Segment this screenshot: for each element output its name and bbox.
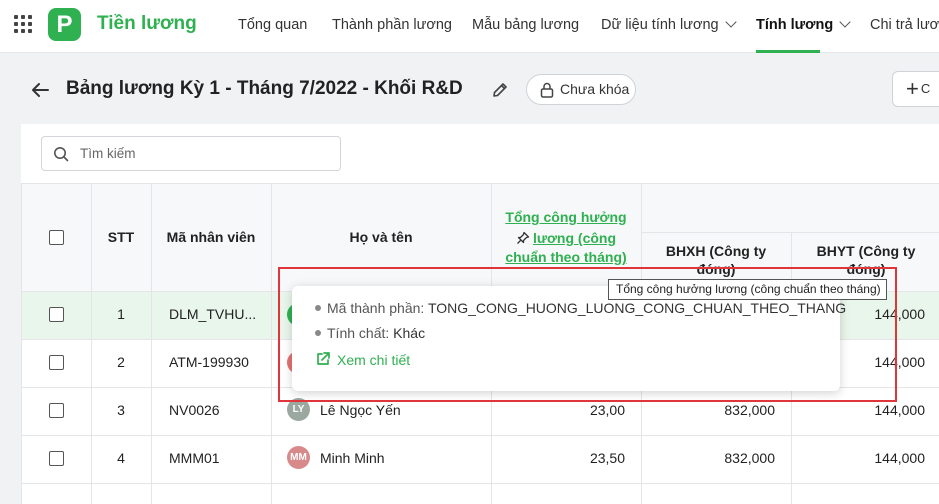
- cell-stt: 4: [117, 450, 125, 466]
- row-checkbox[interactable]: [49, 355, 64, 370]
- row-checkbox[interactable]: [49, 307, 64, 322]
- cell-total-workdays: 23,50: [589, 450, 625, 466]
- app-launcher-icon[interactable]: [14, 15, 32, 33]
- back-arrow-icon[interactable]: [30, 80, 50, 106]
- column-header-employee-code[interactable]: Mã nhân viên: [151, 229, 271, 245]
- add-button[interactable]: + C: [892, 71, 939, 107]
- column-header-total-workdays[interactable]: Tổng công hưởng lương (công chuẩn theo t…: [491, 209, 641, 265]
- pin-icon[interactable]: [516, 231, 530, 245]
- lock-status-button[interactable]: Chưa khóa: [526, 74, 636, 105]
- lock-icon: [540, 82, 554, 98]
- cell-employee-code: MMM01: [169, 450, 220, 466]
- cell-bhxh: 832,000: [724, 450, 775, 466]
- nav-thanh-phan-luong[interactable]: Thành phần lương: [332, 17, 452, 33]
- cell-full-name: Minh Minh: [320, 450, 385, 466]
- lock-status-label: Chưa khóa: [560, 81, 630, 97]
- cell-stt: 1: [117, 306, 125, 322]
- chevron-down-icon: [839, 16, 851, 28]
- active-tab-indicator: [756, 50, 820, 53]
- column-header-total-line: Tổng công hưởng: [505, 209, 627, 225]
- cell-total-workdays: 23,00: [589, 402, 625, 418]
- annotation-highlight-box: [278, 267, 897, 402]
- add-button-label: C: [920, 81, 931, 96]
- cell-stt: 2: [117, 354, 125, 370]
- column-header-total-line: chuẩn theo tháng): [505, 249, 627, 265]
- select-all-checkbox[interactable]: [49, 230, 64, 245]
- column-header-bhxh-line: BHXH (Công ty: [665, 243, 767, 259]
- top-navigation-bar: P Tiền lương Tổng quan Thành phần lương …: [0, 0, 939, 53]
- cell-employee-code: DLM_TVHU...: [169, 306, 257, 322]
- row-checkbox[interactable]: [49, 403, 64, 418]
- avatar: MM: [287, 446, 310, 469]
- column-header-bhyt-line: BHYT (Công ty: [816, 243, 916, 259]
- app-name[interactable]: Tiền lương: [97, 13, 197, 35]
- cell-bhyt: 144,000: [874, 450, 925, 466]
- search-icon: [54, 147, 69, 162]
- cell-stt: 3: [117, 402, 125, 418]
- cell-bhyt: 144,000: [874, 402, 925, 418]
- nav-tinh-luong[interactable]: Tính lương: [756, 16, 851, 33]
- nav-mau-bang-luong[interactable]: Mẫu bảng lương: [472, 17, 579, 33]
- nav-chi-tra-luong[interactable]: Chi trả lươn: [870, 17, 939, 33]
- cell-full-name: Lê Ngọc Yến: [320, 402, 401, 418]
- nav-tong-quan[interactable]: Tổng quan: [238, 17, 307, 33]
- cell-bhxh: 832,000: [724, 402, 775, 418]
- cell-employee-code: NV0026: [169, 402, 220, 418]
- row-checkbox[interactable]: [49, 451, 64, 466]
- page-title: Bảng lương Kỳ 1 - Tháng 7/2022 - Khối R&…: [66, 78, 463, 99]
- cell-employee-code: ATM-199930: [169, 354, 249, 370]
- column-header-full-name[interactable]: Họ và tên: [271, 229, 491, 245]
- app-logo[interactable]: P: [48, 8, 81, 41]
- search-placeholder: Tìm kiếm: [80, 146, 136, 161]
- chevron-down-icon: [724, 16, 737, 28]
- search-input[interactable]: Tìm kiếm: [41, 136, 341, 171]
- edit-pencil-icon[interactable]: [490, 80, 510, 100]
- nav-du-lieu-tinh-luong[interactable]: Dữ liệu tính lương: [601, 16, 737, 33]
- column-header-total-line: lương (công: [532, 230, 617, 246]
- column-header-stt[interactable]: STT: [91, 229, 151, 245]
